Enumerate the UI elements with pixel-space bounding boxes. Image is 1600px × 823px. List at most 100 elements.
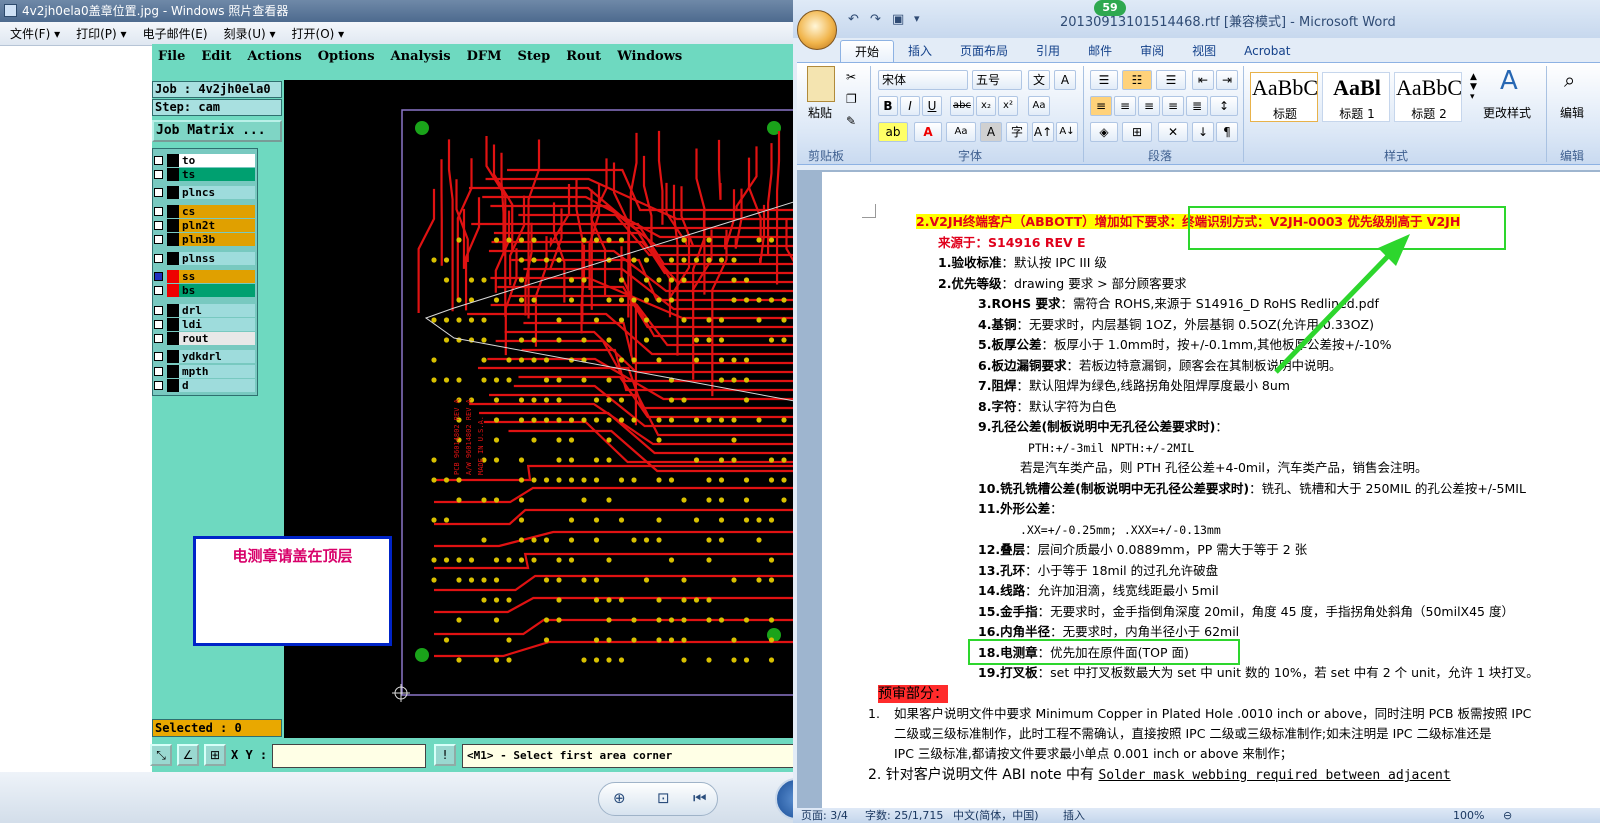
viewer-menu-print[interactable]: 打印(P) ▾: [76, 25, 126, 42]
document-page[interactable]: 2.V2JH终端客户（ABBOTT）增加如下要求：终端识别方式：V2JH-000…: [822, 172, 1600, 808]
actual-size-icon[interactable]: ⊡: [657, 789, 670, 807]
char-border-icon[interactable]: A: [1054, 70, 1076, 90]
layer-name[interactable]: mpth: [179, 365, 255, 378]
cam-menu-analysis[interactable]: Analysis: [391, 49, 451, 64]
layer-name[interactable]: plncs: [179, 186, 255, 199]
copy-icon[interactable]: ❐: [846, 92, 857, 106]
bold-icon[interactable]: B: [878, 96, 898, 116]
tab-mailings[interactable]: 邮件: [1074, 40, 1126, 62]
viewer-menu-email[interactable]: 电子邮件(E): [143, 25, 208, 42]
highlight-icon[interactable]: ab: [878, 122, 908, 142]
viewer-menu-file[interactable]: 文件(F) ▾: [10, 25, 60, 42]
layer-checkbox[interactable]: [154, 254, 163, 263]
cam-menu-dfm[interactable]: DFM: [467, 49, 502, 64]
layer-checkbox[interactable]: [154, 221, 163, 230]
layer-row[interactable]: pln2t: [152, 219, 258, 232]
align-right-icon[interactable]: ≡: [1138, 96, 1160, 116]
cam-menu-edit[interactable]: Edit: [201, 49, 231, 64]
tab-insert[interactable]: 插入: [894, 40, 946, 62]
layer-row[interactable]: plncs: [152, 186, 258, 199]
layer-name[interactable]: pln3b: [179, 233, 255, 246]
layer-checkbox[interactable]: [154, 306, 163, 315]
format-painter-icon[interactable]: ✎: [846, 114, 856, 128]
align-center-icon[interactable]: ≡: [1114, 96, 1136, 116]
style-normal[interactable]: AaBbC 标题: [1250, 72, 1318, 122]
layer-name[interactable]: bs: [179, 284, 255, 297]
find-icon[interactable]: ⌕: [1564, 68, 1575, 92]
layer-checkbox[interactable]: [154, 352, 163, 361]
layer-row[interactable]: cs: [152, 205, 258, 218]
layer-row[interactable]: ss: [152, 270, 258, 283]
underline-icon[interactable]: U: [922, 96, 942, 116]
layer-checkbox[interactable]: [154, 207, 163, 216]
viewer-zoom-group[interactable]: ⊕ ⊡ ⏮: [598, 782, 718, 816]
pinyin-icon[interactable]: 文: [1028, 70, 1050, 90]
layer-name[interactable]: pln2t: [179, 219, 255, 232]
save-icon[interactable]: ▣: [892, 12, 904, 27]
zoom-icon[interactable]: ⊕: [613, 789, 626, 807]
layer-row[interactable]: ts: [152, 168, 258, 181]
justify-icon[interactable]: ≡: [1162, 96, 1184, 116]
layer-name[interactable]: ts: [179, 168, 255, 181]
font-size-select[interactable]: 五号: [972, 70, 1022, 90]
show-marks-icon[interactable]: ¶: [1216, 122, 1238, 142]
alert-icon[interactable]: !: [434, 744, 456, 766]
change-case-icon[interactable]: Aa: [946, 122, 976, 142]
borders-icon[interactable]: ⊞: [1122, 122, 1152, 142]
align-left-icon[interactable]: ≡: [1090, 96, 1112, 116]
style-heading-2[interactable]: AaBbC 标题 2: [1394, 72, 1462, 122]
italic-icon[interactable]: I: [900, 96, 920, 116]
viewer-menu-burn[interactable]: 刻录(U) ▾: [224, 25, 276, 42]
layer-row[interactable]: mpth: [152, 365, 258, 378]
layer-row[interactable]: plnss: [152, 252, 258, 265]
zoom-out-icon[interactable]: ⊖: [1503, 808, 1512, 823]
char-shading-icon[interactable]: A: [980, 122, 1002, 142]
status-zoom[interactable]: 100%: [1453, 808, 1484, 823]
paste-label[interactable]: 粘贴: [808, 104, 832, 121]
strikethrough-icon[interactable]: abc: [950, 96, 974, 116]
layer-row[interactable]: ydkdrl: [152, 350, 258, 363]
layer-checkbox[interactable]: [154, 156, 163, 165]
layer-row[interactable]: pln3b: [152, 233, 258, 246]
change-styles-label[interactable]: 更改样式: [1480, 104, 1534, 121]
multilevel-list-icon[interactable]: ☰: [1156, 70, 1186, 90]
chinese-layout-icon[interactable]: ✕: [1158, 122, 1188, 142]
font-color-icon[interactable]: A: [914, 122, 942, 142]
office-button[interactable]: [797, 10, 837, 50]
zoom-area-icon[interactable]: ⤡: [150, 744, 172, 766]
tab-home[interactable]: 开始: [840, 40, 895, 62]
sort-icon[interactable]: ↓: [1192, 122, 1214, 142]
increase-indent-icon[interactable]: ⇥: [1216, 70, 1238, 90]
edit-label[interactable]: 编辑: [1560, 104, 1584, 121]
subscript-icon[interactable]: x₂: [976, 96, 996, 116]
tab-review[interactable]: 审阅: [1126, 40, 1178, 62]
status-language[interactable]: 中文(简体，中国): [953, 808, 1039, 823]
bullets-icon[interactable]: ☰: [1090, 70, 1118, 90]
layer-name[interactable]: ss: [179, 270, 255, 283]
layer-row[interactable]: ldi: [152, 318, 258, 331]
decrease-indent-icon[interactable]: ⇤: [1192, 70, 1214, 90]
layer-name[interactable]: cs: [179, 205, 255, 218]
cam-menu-step[interactable]: Step: [517, 49, 550, 64]
clear-format-icon[interactable]: Aa: [1028, 96, 1050, 116]
tab-acrobat[interactable]: Acrobat: [1230, 40, 1304, 62]
cam-menu-windows[interactable]: Windows: [617, 49, 682, 64]
layer-name[interactable]: plnss: [179, 252, 255, 265]
undo-icon[interactable]: ↶: [848, 12, 859, 27]
xy-input[interactable]: [272, 744, 426, 768]
layer-name[interactable]: drl: [179, 304, 255, 317]
layer-checkbox[interactable]: [154, 235, 163, 244]
line-spacing-icon[interactable]: ↕: [1210, 96, 1238, 116]
measure-icon[interactable]: ∠: [177, 744, 199, 766]
layer-row[interactable]: drl: [152, 304, 258, 317]
status-page[interactable]: 页面: 3/4: [801, 808, 848, 823]
layer-row[interactable]: bs: [152, 284, 258, 297]
layer-checkbox[interactable]: [154, 320, 163, 329]
layer-name[interactable]: rout: [179, 332, 255, 345]
enclose-char-icon[interactable]: 字: [1006, 122, 1028, 142]
layer-row[interactable]: rout: [152, 332, 258, 345]
viewer-menu-open[interactable]: 打开(O) ▾: [292, 25, 345, 42]
styles-scroll-icon[interactable]: ▲ ▼ ▾: [1470, 72, 1477, 102]
layer-name[interactable]: ldi: [179, 318, 255, 331]
layer-checkbox[interactable]: [154, 334, 163, 343]
